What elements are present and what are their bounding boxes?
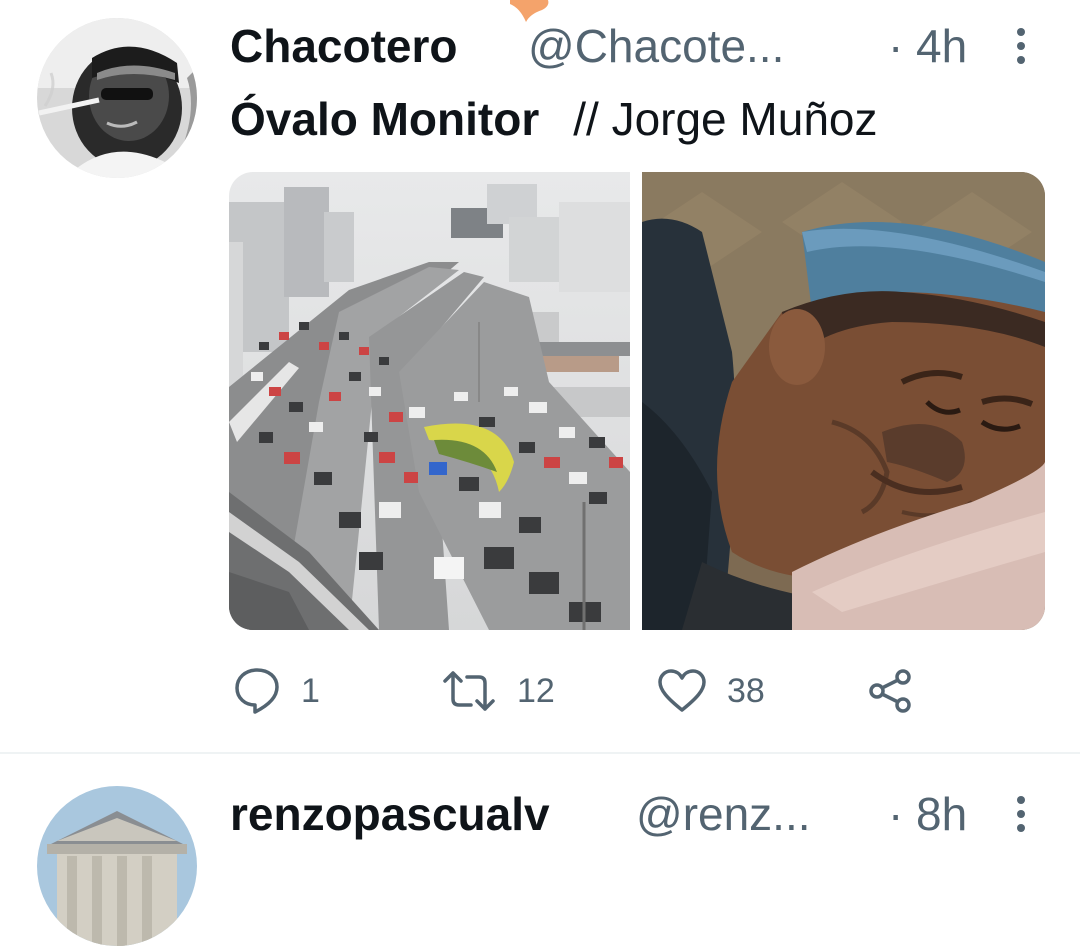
traffic-overpass-photo[interactable] [229,172,630,630]
like-count: 38 [727,671,765,710]
retweet-button[interactable]: 12 [441,664,555,718]
media-grid [229,172,1045,630]
tweet-divider [0,752,1080,754]
sleeping-man-photo[interactable] [642,172,1045,630]
vertical-ellipsis-icon[interactable] [1008,24,1034,68]
notification-badge-icon [508,0,550,22]
separator-dot: · [888,20,904,72]
speech-bubble-icon [233,666,281,716]
tweet-text-rest: // Jorge Muñoz [573,93,878,145]
display-name[interactable]: renzopascualv [230,786,550,842]
reply-button[interactable]: 1 [233,664,320,718]
tweet-text: Óvalo Monitor // Jorge Muñoz [230,88,878,150]
tweet-text-bold: Óvalo Monitor [230,93,540,145]
tweet-header: Chacotero @Chacote... · 4h [230,18,1050,74]
timestamp[interactable]: 8h [916,786,967,842]
timestamp[interactable]: 4h [916,18,967,74]
retweet-count: 12 [517,671,555,710]
separator-dot: · [888,788,904,840]
vertical-ellipsis-icon[interactable] [1008,792,1034,836]
share-nodes-icon [867,667,915,715]
display-name[interactable]: Chacotero [230,18,457,74]
user-handle[interactable]: @renz... [636,786,811,842]
share-button[interactable] [867,664,915,718]
avatar[interactable] [37,18,197,178]
heart-icon [657,668,707,714]
tweet-actions: 1 12 38 [233,664,933,718]
tweet-header: renzopascualv @renz... · 8h [230,786,1050,842]
reply-count: 1 [301,671,320,710]
avatar[interactable] [37,786,197,946]
retweet-arrows-icon [441,669,497,713]
like-button[interactable]: 38 [657,664,765,718]
tweet[interactable]: Chacotero @Chacote... · 4h Óvalo Monitor… [0,0,1080,752]
user-handle[interactable]: @Chacote... [528,18,784,74]
